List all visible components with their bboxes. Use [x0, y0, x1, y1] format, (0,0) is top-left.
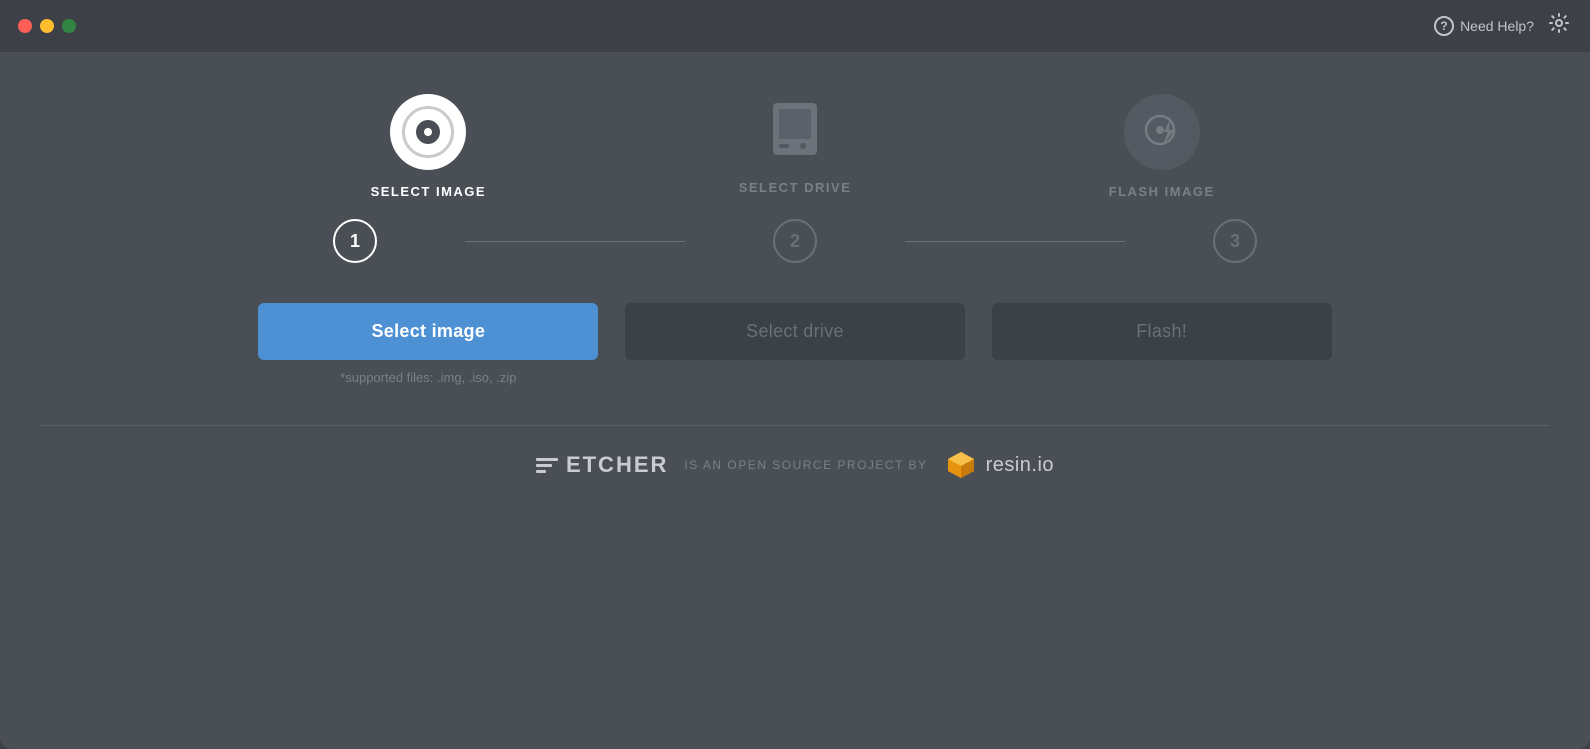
resin-text: resin.io: [986, 454, 1054, 477]
maximize-button[interactable]: [62, 19, 76, 33]
step-3-action: Flash!: [978, 303, 1345, 360]
resin-logo: resin.io: [944, 448, 1054, 482]
help-button[interactable]: ? Need Help?: [1434, 16, 1534, 36]
step-1-action: Select image *supported files: .img, .is…: [245, 303, 612, 385]
step-2-label: SELECT DRIVE: [739, 180, 852, 195]
step-2-icon: [757, 92, 833, 168]
step-2-action: Select drive: [612, 303, 979, 360]
etcher-line-2: [536, 464, 552, 467]
step-num-1: 1: [333, 219, 377, 263]
flash-button[interactable]: Flash!: [992, 303, 1332, 360]
footer: ETCHER IS AN OPEN SOURCE PROJECT BY resi…: [0, 426, 1590, 504]
supported-files-text: *supported files: .img, .iso, .zip: [340, 370, 516, 385]
etcher-lines-icon: [536, 458, 558, 473]
step-3-icon: [1122, 92, 1202, 172]
main-content: SELECT IMAGE SELECT DRIVE: [0, 52, 1590, 385]
settings-icon[interactable]: [1548, 12, 1570, 40]
step-1-icon: [388, 92, 468, 172]
drive-icon: [765, 95, 825, 165]
titlebar: ? Need Help?: [0, 0, 1590, 52]
step-num-3: 3: [1213, 219, 1257, 263]
step-num-2: 2: [773, 219, 817, 263]
help-label: Need Help?: [1460, 18, 1534, 34]
select-image-button[interactable]: Select image: [258, 303, 598, 360]
connector-2-3: [905, 241, 1125, 242]
etcher-line-3: [536, 470, 546, 473]
progress-row: 1 2 3: [245, 219, 1345, 263]
steps-row: SELECT IMAGE SELECT DRIVE: [245, 92, 1345, 199]
step-select-drive: SELECT DRIVE: [612, 92, 979, 195]
etcher-text: ETCHER: [566, 452, 668, 478]
traffic-lights: [18, 19, 76, 33]
help-icon: ?: [1434, 16, 1454, 36]
disc-icon: [390, 94, 466, 170]
step-3-label: FLASH IMAGE: [1109, 184, 1215, 199]
flash-icon: [1124, 94, 1200, 170]
connector-1-2: [465, 241, 685, 242]
main-window: ? Need Help?: [0, 0, 1590, 749]
close-button[interactable]: [18, 19, 32, 33]
etcher-logo: ETCHER: [536, 452, 668, 478]
minimize-button[interactable]: [40, 19, 54, 33]
etcher-line-1: [536, 458, 558, 461]
buttons-row: Select image *supported files: .img, .is…: [245, 303, 1345, 385]
step-flash-image: FLASH IMAGE: [978, 92, 1345, 199]
resin-cube-icon: [944, 448, 978, 482]
titlebar-right: ? Need Help?: [1434, 12, 1570, 40]
step-select-image: SELECT IMAGE: [245, 92, 612, 199]
footer-tagline: IS AN OPEN SOURCE PROJECT BY: [684, 458, 927, 472]
select-drive-button[interactable]: Select drive: [625, 303, 965, 360]
step-1-label: SELECT IMAGE: [371, 184, 487, 199]
